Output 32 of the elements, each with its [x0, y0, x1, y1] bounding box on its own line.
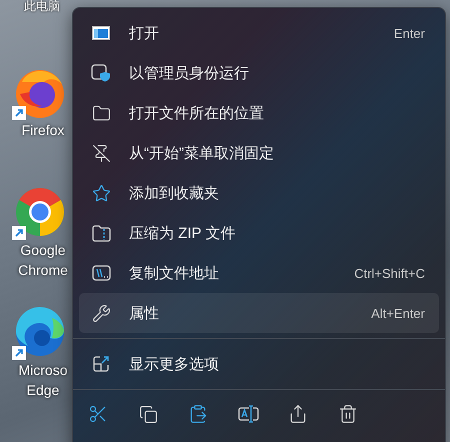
menu-item[interactable]: 打开文件所在的位置: [79, 93, 439, 133]
cut-icon: [88, 404, 108, 424]
desktop-icon-label[interactable]: Microso: [18, 360, 68, 380]
menu-item[interactable]: 从“开始”菜单取消固定: [79, 133, 439, 173]
copy-icon: [138, 404, 158, 424]
menu-item[interactable]: 属性 Alt+Enter: [79, 293, 439, 333]
menu-item[interactable]: 以管理员身份运行: [79, 53, 439, 93]
shortcut-arrow-icon: [12, 226, 26, 240]
menu-item[interactable]: 添加到收藏夹: [79, 173, 439, 213]
share-icon: [288, 404, 308, 424]
zip-folder-icon: [92, 224, 110, 242]
menu-item[interactable]: 复制文件地址 Ctrl+Shift+C: [79, 253, 439, 293]
desktop-icon-label[interactable]: Edge: [26, 380, 60, 400]
delete-icon: [338, 404, 358, 424]
desktop-icon-label[interactable]: Firefox: [22, 120, 64, 140]
rename-icon: [238, 405, 258, 423]
wrench-icon: [92, 304, 110, 322]
path-icon: [92, 265, 110, 281]
menu-item[interactable]: 压缩为 ZIP 文件: [79, 213, 439, 253]
shield-window-icon: [91, 64, 111, 82]
menu-item[interactable]: 显示更多选项: [79, 344, 439, 384]
menu-item[interactable]: 打开 Enter: [79, 13, 439, 53]
star-icon: [92, 184, 110, 202]
desktop-icon-label[interactable]: Google: [20, 240, 66, 260]
unpin-icon: [92, 144, 110, 162]
shortcut-arrow-icon: [12, 106, 26, 120]
expand-icon: [92, 355, 110, 373]
folder-icon: [92, 104, 110, 122]
window-icon: [92, 26, 110, 40]
desktop-icon-label[interactable]: Chrome: [18, 260, 68, 280]
paste-icon: [188, 404, 208, 424]
shortcut-arrow-icon: [12, 346, 26, 360]
